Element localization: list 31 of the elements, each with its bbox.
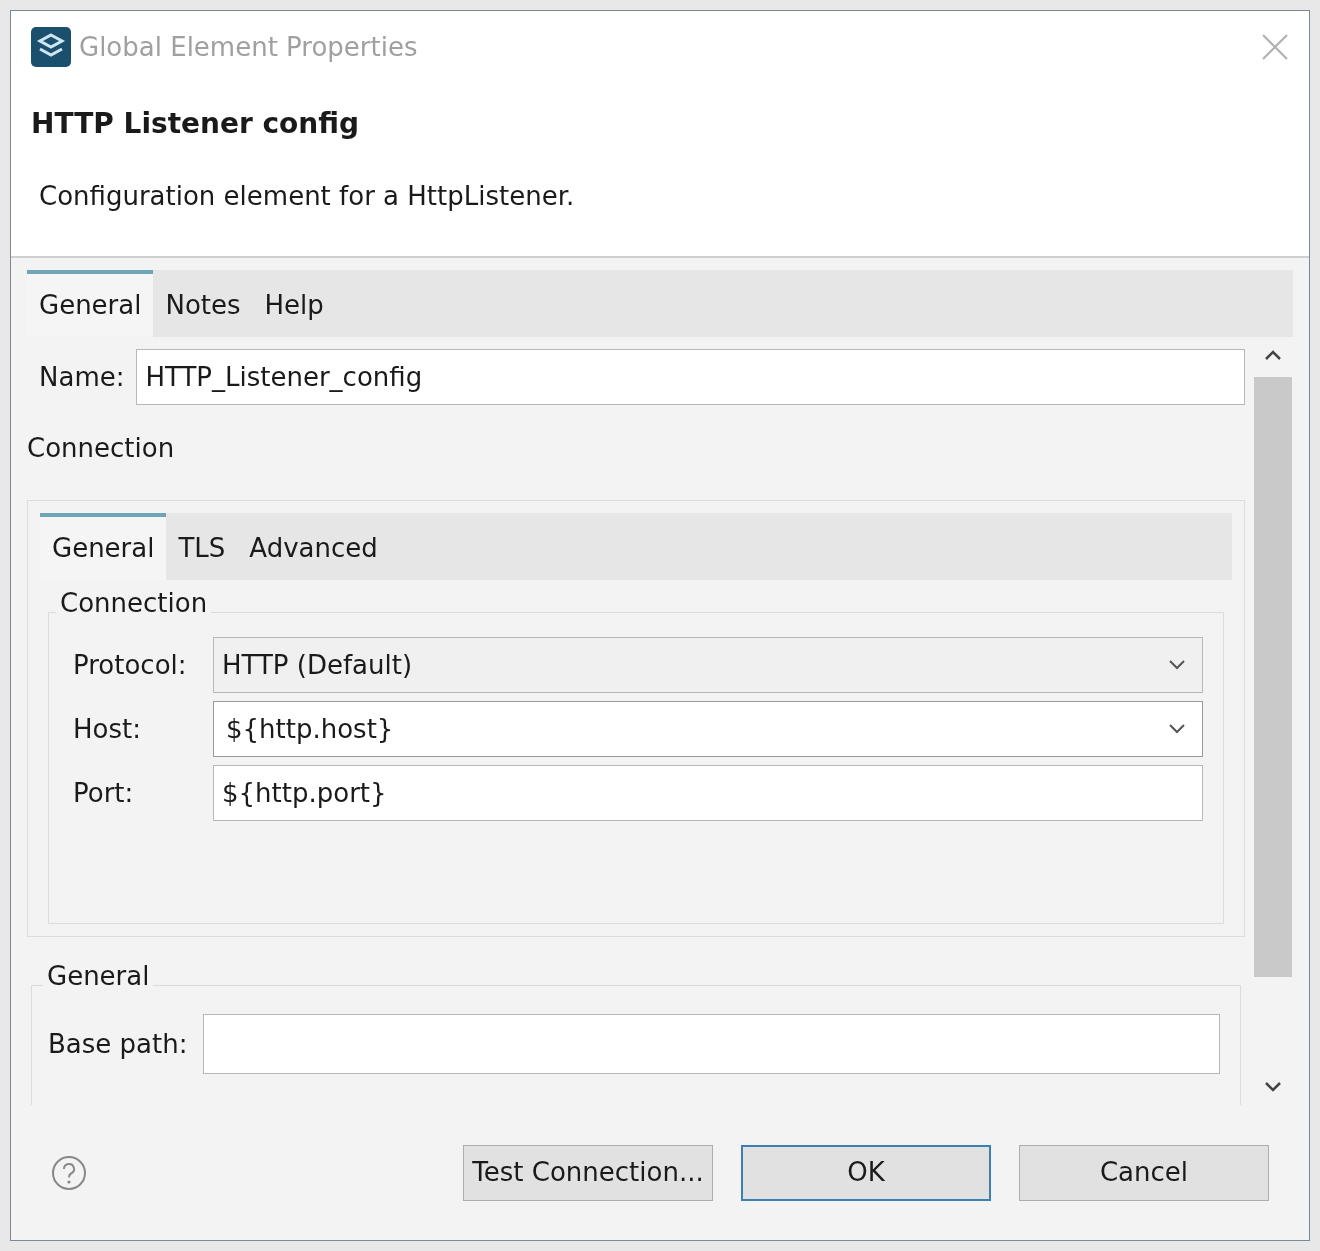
scroll-down-icon[interactable] — [1264, 1081, 1282, 1093]
tab[interactable]: Advanced — [237, 513, 390, 580]
dialog-button[interactable]: OK — [741, 1144, 991, 1201]
input-field[interactable]: ${http.port} — [213, 765, 1203, 821]
dialog-button[interactable]: Cancel — [1019, 1144, 1269, 1201]
close-icon[interactable] — [1261, 33, 1289, 61]
help-icon[interactable] — [51, 1154, 87, 1191]
field-label: Host: — [73, 712, 142, 746]
tab[interactable]: TLS — [166, 513, 238, 580]
tab[interactable]: Notes — [153, 270, 253, 337]
dialog-description: Configuration element for a HttpListener. — [38, 180, 576, 213]
dialog-button[interactable]: Test Connection... — [463, 1144, 713, 1201]
tab[interactable]: General — [27, 270, 154, 337]
input-field[interactable] — [203, 1014, 1220, 1074]
input-field[interactable]: HTTP_Listener_config — [136, 349, 1245, 405]
window-title: Global Element Properties — [79, 30, 418, 64]
section-label: Connection — [27, 432, 176, 465]
tab[interactable]: Help — [252, 270, 336, 337]
chevron-down-icon[interactable] — [1168, 659, 1186, 671]
field-label: Base path: — [48, 1027, 189, 1061]
app-icon — [31, 27, 71, 67]
chevron-down-icon[interactable] — [1168, 723, 1186, 735]
combo-box[interactable]: ${http.host} — [213, 701, 1203, 757]
field-label: Port: — [73, 776, 135, 810]
field-label: Protocol: — [73, 648, 188, 682]
scroll-up-icon[interactable] — [1264, 349, 1282, 361]
dropdown[interactable]: HTTP (Default) — [213, 637, 1203, 693]
field-label: Name: — [38, 360, 125, 394]
scrollbar-thumb[interactable] — [1254, 377, 1292, 977]
tab[interactable]: General — [40, 513, 167, 580]
dialog-heading: HTTP Listener config — [31, 106, 361, 142]
